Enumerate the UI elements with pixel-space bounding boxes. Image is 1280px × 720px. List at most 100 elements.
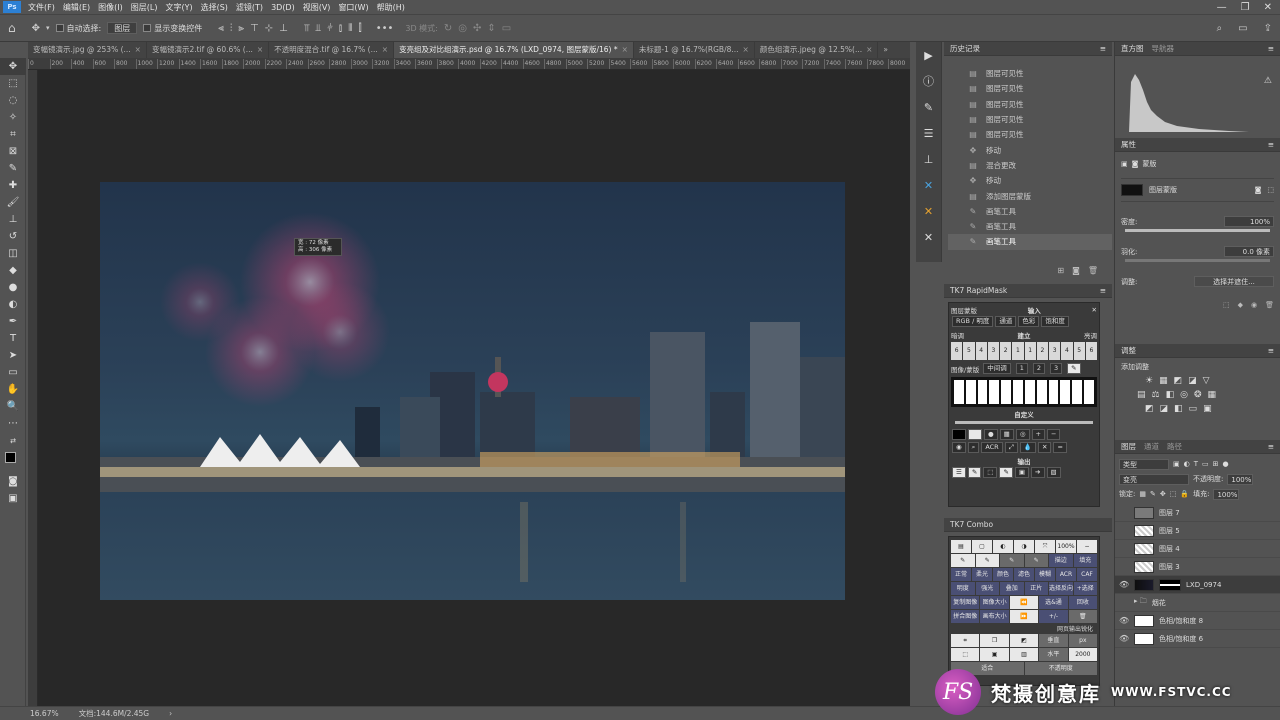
mid-2-key[interactable]: 2 <box>1032 363 1045 374</box>
vertical-ruler[interactable] <box>28 70 38 706</box>
dark-5-key[interactable]: 5 <box>963 342 975 360</box>
color-balance-icon[interactable]: ⚖ <box>1152 390 1160 400</box>
photo-filter-icon[interactable]: ◎ <box>1180 390 1188 400</box>
canvas-size-button[interactable]: 画布大小 <box>980 610 1009 623</box>
horizontal-ruler[interactable]: 0 200 400 600 800 1000 1200 1400 1600 1800 2000 220… <box>28 58 910 70</box>
crop-tool-icon[interactable]: ⌗ <box>0 126 26 143</box>
eyedropper-icon[interactable]: ✎ <box>1067 363 1081 374</box>
hand-tool-icon[interactable]: ✋ <box>0 381 26 398</box>
save-icon[interactable]: ▣ <box>1014 467 1030 478</box>
color-lookup-icon[interactable]: ▦ <box>1208 390 1217 400</box>
plus-icon[interactable]: + <box>1031 429 1045 440</box>
screen-mode-icon[interactable]: ▣ <box>0 490 26 507</box>
acr-button[interactable]: ACR <box>1056 568 1076 581</box>
3d-slide-icon[interactable]: ⇕ <box>487 23 495 34</box>
paint-bucket-icon[interactable]: ◆ <box>0 262 26 279</box>
frame-tool-icon[interactable]: ⊠ <box>0 143 26 160</box>
midtones-button[interactable]: 中间调 <box>983 363 1011 374</box>
circle-half-icon[interactable]: ◐ <box>993 540 1013 553</box>
quick-mask-icon[interactable]: ◙ <box>0 473 26 490</box>
history-item[interactable]: ▤ 图层可见性 <box>948 81 1112 96</box>
menu-help[interactable]: 帮助(H) <box>373 2 409 13</box>
align-left-icon[interactable]: ⫷ <box>218 23 224 34</box>
filter-smart-icon[interactable]: ⊞ <box>1213 460 1219 468</box>
equals-icon[interactable]: = <box>1053 442 1067 453</box>
mid-1-key[interactable]: 1 <box>1015 363 1028 374</box>
close-icon[interactable]: × <box>382 42 388 58</box>
distribute-right-icon[interactable]: ⫿ <box>358 23 361 34</box>
dark-6-key[interactable]: 6 <box>951 342 963 360</box>
history-item[interactable]: ▤ 图层可见性 <box>948 66 1112 81</box>
plus-minus-button[interactable]: +/- <box>1039 610 1068 623</box>
share-icon[interactable]: ⇪ <box>1264 23 1272 34</box>
align-center-icon[interactable]: ⫶ <box>230 23 233 34</box>
visibility-icon[interactable]: ◉ <box>1251 301 1257 309</box>
history-item[interactable]: ✎ 画笔工具 <box>948 204 1112 219</box>
brush-green-icon[interactable]: ✎ <box>1000 554 1024 567</box>
mid-3-key[interactable]: 3 <box>1049 363 1063 374</box>
density-slider[interactable] <box>1125 229 1270 232</box>
history-item[interactable]: ▤ 混合更改 <box>948 158 1112 173</box>
move-tool-icon[interactable]: ✥ <box>0 58 26 75</box>
gradient-icon[interactable]: ▥ <box>1009 648 1039 661</box>
layer-row[interactable]: 图层 3 <box>1115 558 1280 576</box>
brush-settings-icon[interactable]: ✎ <box>916 94 941 120</box>
canvas-image[interactable] <box>100 182 845 600</box>
menu-image[interactable]: 图像(I) <box>94 2 127 13</box>
blend-mode-dropdown[interactable]: 变亮 <box>1119 473 1189 485</box>
auto-select-checkbox[interactable]: 自动选择: <box>55 23 101 34</box>
custom-slider[interactable] <box>955 421 1093 424</box>
image-icon[interactable]: ▣ <box>1121 160 1128 168</box>
new-document-icon[interactable]: ⊞ <box>1057 266 1064 278</box>
menu-type[interactable]: 文字(Y) <box>161 2 196 13</box>
properties-tab[interactable]: 属性 <box>1121 139 1136 150</box>
distribute-top-icon[interactable]: ⫪ <box>304 23 310 34</box>
blur-tool-icon[interactable]: ● <box>0 279 26 296</box>
history-brush-icon[interactable]: ↺ <box>0 228 26 245</box>
rewind-icon[interactable]: ⏪ <box>1009 596 1039 609</box>
panel-menu-icon[interactable]: ≡ <box>1100 44 1106 53</box>
history-item[interactable]: ✎ 画笔工具 <box>948 219 1112 234</box>
light-1-key[interactable]: 1 <box>1024 342 1036 360</box>
history-item[interactable]: ▤ 图层可见性 <box>948 112 1112 127</box>
stroke-button[interactable]: 描边 <box>1049 554 1073 567</box>
filter-pixel-icon[interactable]: ▣ <box>1173 460 1180 468</box>
menu-icon[interactable]: ☰ <box>952 467 966 478</box>
tab-doc-1[interactable]: 变幅镜演示.jpg @ 253% (... × <box>28 42 147 58</box>
layer-row[interactable]: 图层 4 <box>1115 540 1280 558</box>
stamp-icon[interactable]: ⊥ <box>916 146 941 172</box>
filter-shape-icon[interactable]: ▭ <box>1202 460 1209 468</box>
panel-menu-icon[interactable]: ≡ <box>1268 44 1274 53</box>
size-input[interactable]: 2000 <box>1068 648 1098 661</box>
brightness-icon[interactable]: ☀ <box>1145 376 1153 386</box>
history-item[interactable]: ▤ 图层可见性 <box>948 127 1112 142</box>
select-and-mask-button[interactable]: 选择并遮住... <box>1194 276 1274 287</box>
brush-tool-icon[interactable]: 🖌 <box>0 194 26 211</box>
search-icon[interactable]: ⌕ <box>967 442 980 453</box>
close-icon[interactable]: × <box>257 42 263 58</box>
combo-tab[interactable]: TK7 Combo <box>950 520 993 529</box>
color-swatch[interactable] <box>0 449 26 473</box>
close-icon[interactable]: ✕ <box>1264 2 1272 13</box>
target-icon[interactable]: ◎ <box>1015 429 1030 440</box>
close-icon[interactable]: × <box>135 42 141 58</box>
light-2-key[interactable]: 2 <box>1036 342 1048 360</box>
tk7-combo-icon[interactable]: ✕ <box>916 198 941 224</box>
zoom-tool-icon[interactable]: 🔍 <box>0 398 26 415</box>
align-right-icon[interactable]: ⫸ <box>238 23 244 34</box>
blend-screen-button[interactable]: 滤色 <box>1014 568 1034 581</box>
menu-3d[interactable]: 3D(D) <box>267 3 299 12</box>
density-input[interactable]: 100% <box>1224 216 1274 227</box>
lock-move-icon[interactable]: ✥ <box>1160 490 1166 498</box>
gradient-map-icon[interactable]: ▭ <box>1189 404 1198 414</box>
menu-file[interactable]: 文件(F) <box>24 2 59 13</box>
grid-icon[interactable]: ▦ <box>999 429 1014 440</box>
history-item[interactable]: ✥ 移动 <box>948 142 1112 157</box>
tab-doc-5[interactable]: 未标题-1 @ 16.7%(RGB/8... × <box>634 42 755 58</box>
light-3-key[interactable]: 3 <box>1049 342 1061 360</box>
selective-color-icon[interactable]: ▣ <box>1203 404 1212 414</box>
chevron-right-icon[interactable]: › <box>169 709 172 718</box>
histogram-tab[interactable]: 直方图 <box>1121 43 1144 54</box>
light-4-key[interactable]: 4 <box>1061 342 1073 360</box>
fill-icon[interactable]: ▣ <box>980 648 1009 661</box>
